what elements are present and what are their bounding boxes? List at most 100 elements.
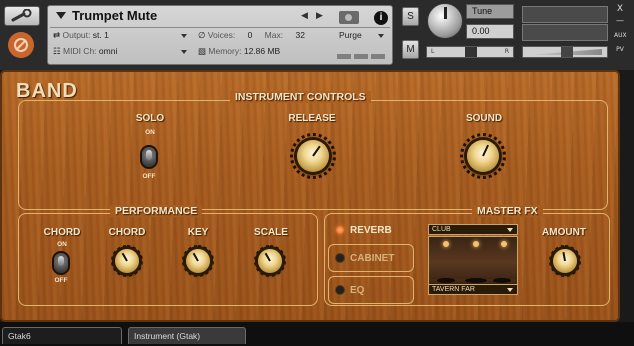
output-label: Output: xyxy=(62,30,91,40)
key-knob[interactable] xyxy=(186,249,210,273)
chord-knob-label: CHORD xyxy=(108,227,146,238)
purge-dropdown-icon[interactable] xyxy=(378,34,384,38)
release-knob-indicator xyxy=(312,145,321,157)
chevron-down-icon xyxy=(507,288,513,292)
cabinet-button[interactable]: CABINET xyxy=(328,244,414,272)
sound-label: SOUND xyxy=(465,113,503,124)
kontakt-logo-icon xyxy=(8,32,34,58)
divider xyxy=(50,27,390,28)
amount-label: AMOUNT xyxy=(542,227,586,238)
next-arrow-icon[interactable]: ▶ xyxy=(316,11,323,21)
solo-off-label: OFF xyxy=(142,173,156,180)
solo-on-label: ON xyxy=(145,129,155,136)
reverb-preset-value: TAVERN FAR xyxy=(432,286,475,293)
chord-on-label: ON xyxy=(57,241,67,248)
memory-icon: ▧ xyxy=(198,46,207,56)
solo-toggle-switch[interactable] xyxy=(142,147,156,167)
memory-value: 12.86 MB xyxy=(243,46,281,56)
scale-knob[interactable] xyxy=(258,249,282,273)
venue-lamp xyxy=(443,241,449,247)
midi-icon: ☷ xyxy=(53,46,61,56)
volume-slider-thumb[interactable] xyxy=(561,47,573,57)
reverb-label: REVERB xyxy=(350,224,392,236)
chord-knob[interactable] xyxy=(115,249,139,273)
level-meter-right xyxy=(522,24,608,41)
instrument-panel: BAND INSTRUMENT CONTROLS SOLO ON OFF REL… xyxy=(0,70,620,322)
pan-right-label: R xyxy=(504,48,509,55)
venue-table xyxy=(437,278,455,283)
chord-toggle-switch[interactable] xyxy=(54,253,68,273)
output-dropdown-icon[interactable] xyxy=(181,34,187,38)
amount-knob[interactable] xyxy=(553,249,577,273)
tune-knob[interactable] xyxy=(427,3,463,39)
tab-gtak6[interactable]: Gtak6 xyxy=(2,327,122,344)
release-label: RELEASE xyxy=(288,113,336,124)
minimize-icon[interactable]: — xyxy=(614,16,626,25)
close-button[interactable]: X xyxy=(614,4,626,14)
voices-row: ∅ Voices: 0 Max: 32 xyxy=(198,30,305,41)
amount-knob-indicator xyxy=(562,251,566,262)
scale-knob-indicator xyxy=(264,252,271,262)
tab-instrument[interactable]: Instrument (Gtak) xyxy=(128,327,246,344)
reverb-button[interactable]: REVERB xyxy=(328,216,414,244)
midi-label: MIDI Ch: xyxy=(63,46,97,56)
max-label: Max: xyxy=(264,30,284,40)
pan-slider[interactable]: L R xyxy=(426,46,514,58)
output-value: st. 1 xyxy=(92,30,109,40)
eq-led-icon xyxy=(336,286,344,294)
key-knob-indicator xyxy=(192,252,199,262)
cabinet-led-icon xyxy=(336,254,344,262)
eq-button[interactable]: EQ xyxy=(328,276,414,304)
room-type-select[interactable]: CLUB xyxy=(428,224,518,235)
chord-toggle-label: CHORD xyxy=(43,227,81,238)
voices-label: Voices: xyxy=(207,30,236,40)
key-label: KEY xyxy=(187,227,209,238)
reverb-preset-select[interactable]: TAVERN FAR xyxy=(428,284,518,295)
instrument-name[interactable]: Trumpet Mute xyxy=(72,8,157,23)
max-voices-value[interactable]: 32 xyxy=(295,30,304,40)
memory-label: Memory: xyxy=(208,46,242,56)
midi-row[interactable]: ☷ MIDI Ch: omni xyxy=(53,46,117,57)
prev-arrow-icon[interactable]: ◀ xyxy=(301,11,308,21)
output-icon: ⇄ xyxy=(53,30,61,40)
volume-slider[interactable] xyxy=(522,46,608,58)
collapse-triangle-icon[interactable] xyxy=(56,12,66,19)
pan-left-label: L xyxy=(431,48,435,55)
instrument-info-panel: Trumpet Mute ◀ ▶ i ⇄ Output: st. 1 ∅ Voi… xyxy=(47,5,393,65)
master-fx-title: MASTER FX xyxy=(472,205,543,217)
venue-table xyxy=(465,278,487,283)
purge-button[interactable]: Purge xyxy=(339,30,362,40)
room-type-value: CLUB xyxy=(432,226,451,233)
sound-knob-indicator xyxy=(482,144,489,157)
midi-dropdown-icon[interactable] xyxy=(181,50,187,54)
chevron-down-icon xyxy=(507,228,513,232)
pv-button[interactable]: PV xyxy=(614,46,626,53)
pan-slider-thumb[interactable] xyxy=(465,47,477,57)
voices-icon: ∅ xyxy=(198,30,206,40)
output-row[interactable]: ⇄ Output: st. 1 xyxy=(53,30,109,41)
solo-label: SOLO xyxy=(135,113,165,124)
reverb-led-icon xyxy=(336,226,344,234)
purge-meters xyxy=(337,54,385,59)
sound-knob[interactable] xyxy=(467,140,499,172)
instrument-controls-title: INSTRUMENT CONTROLS xyxy=(230,91,371,103)
venue-lamp xyxy=(473,241,479,247)
chord-off-label: OFF xyxy=(54,277,68,284)
mute-button[interactable]: M xyxy=(402,40,419,59)
release-knob[interactable] xyxy=(297,140,329,172)
wrench-button[interactable] xyxy=(4,6,40,26)
venue-lamp xyxy=(501,241,507,247)
performance-title: PERFORMANCE xyxy=(110,205,203,217)
memory-row: ▧ Memory: 12.86 MB xyxy=(198,46,280,57)
info-icon[interactable]: i xyxy=(374,11,388,25)
wrench-icon xyxy=(11,9,32,22)
cabinet-label: CABINET xyxy=(350,252,395,264)
aux-button[interactable]: AUX xyxy=(614,32,627,39)
bottom-tab-bar: Gtak6 Instrument (Gtak) xyxy=(0,322,634,346)
chord-knob-indicator xyxy=(121,252,128,262)
tune-label: Tune xyxy=(466,4,514,19)
solo-button[interactable]: S xyxy=(402,7,419,26)
camera-icon[interactable] xyxy=(339,11,359,24)
tune-value[interactable]: 0.00 xyxy=(466,24,514,39)
venue-table xyxy=(493,278,511,283)
